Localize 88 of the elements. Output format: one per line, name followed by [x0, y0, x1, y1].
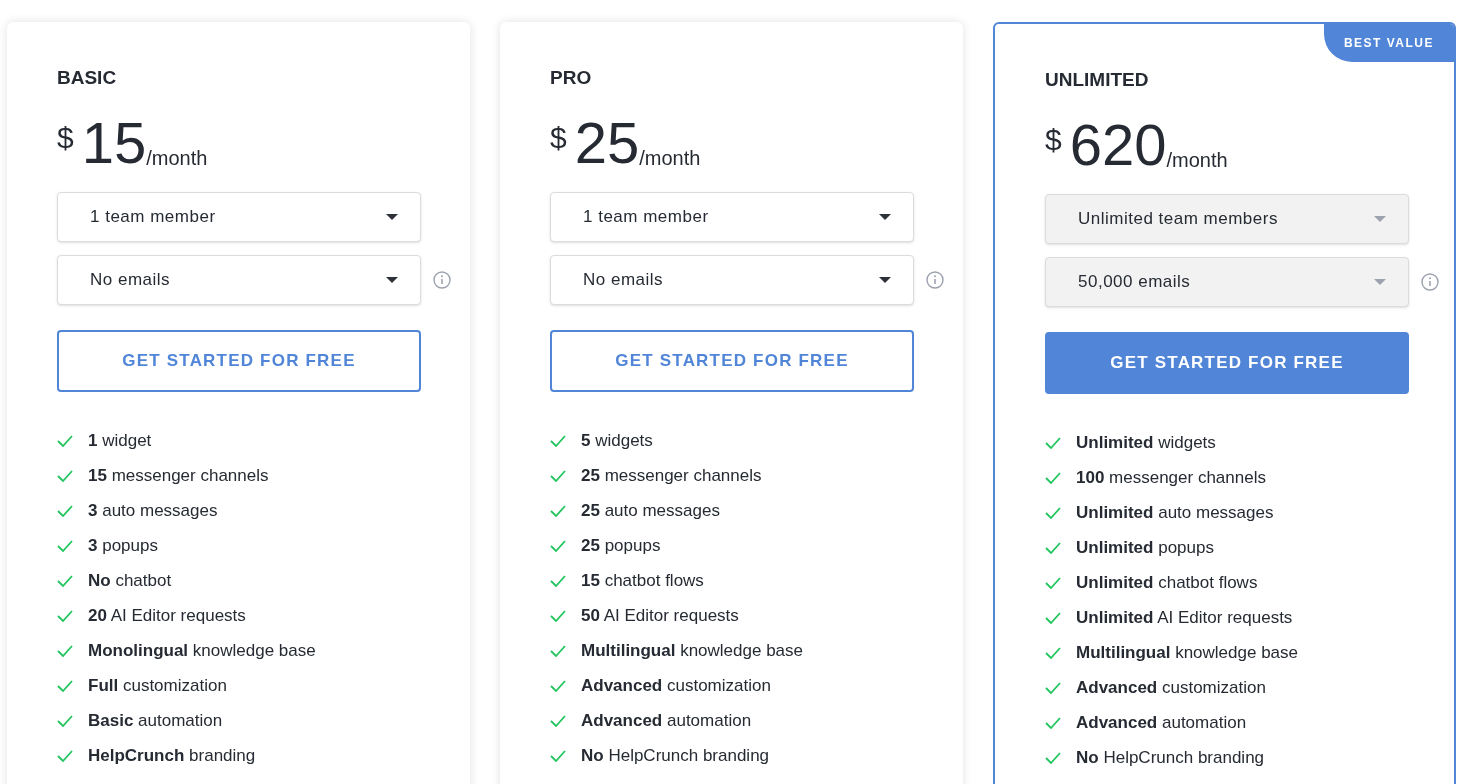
feature-text: Basic automation [88, 709, 223, 732]
dropdown-select[interactable]: 1 team member [550, 191, 914, 242]
check-icon [1045, 506, 1061, 519]
check-icon [550, 469, 566, 482]
currency-symbol: $ [1045, 121, 1062, 158]
check-icon [550, 574, 566, 587]
feature-text: Advanced automation [1076, 711, 1247, 734]
caret-icon [1374, 215, 1386, 222]
check-icon [550, 644, 566, 657]
feature-text: No chatbot [88, 569, 172, 592]
price: 25 [574, 112, 640, 173]
feature-text: Unlimited chatbot flows [1076, 571, 1258, 594]
check-icon [550, 609, 566, 622]
best-value-badge: BEST VALUE [1323, 24, 1454, 62]
feature-text: Unlimited auto messages [1076, 501, 1274, 524]
feature-text: 25 popups [581, 534, 661, 557]
check-icon [1045, 751, 1061, 764]
feature-text: 50 AI Editor requests [581, 604, 739, 627]
caret-icon [386, 276, 398, 283]
info-icon[interactable] [926, 270, 944, 289]
check-icon [57, 714, 73, 727]
feature-text: 3 popups [88, 534, 158, 557]
get-started-button[interactable]: GET STARTED FOR FREE [57, 329, 421, 392]
check-icon [57, 504, 73, 517]
check-icon [57, 539, 73, 552]
feature-text: No HelpCrunch branding [1076, 746, 1265, 769]
feature-text: 1 widget [88, 429, 152, 452]
check-icon [550, 749, 566, 762]
feature-text: Unlimited widgets [1076, 431, 1216, 454]
check-icon [550, 679, 566, 692]
check-icon [550, 504, 566, 517]
check-icon [1045, 436, 1061, 449]
caret-icon [1374, 278, 1386, 285]
feature-text: 25 auto messages [581, 499, 720, 522]
check-icon [550, 714, 566, 727]
caret-icon [386, 213, 398, 220]
get-started-button[interactable]: GET STARTED FOR FREE [550, 329, 914, 392]
check-icon [1045, 611, 1061, 624]
feature-text: Multilingual knowledge base [1076, 641, 1299, 664]
price: 620 [1069, 114, 1167, 175]
check-icon [57, 749, 73, 762]
feature-text: No HelpCrunch branding [581, 744, 770, 767]
check-icon [57, 609, 73, 622]
dropdown-select[interactable]: No emails [57, 254, 421, 305]
plan-name: PRO [550, 66, 592, 90]
check-icon [57, 469, 73, 482]
check-icon [1045, 576, 1061, 589]
check-icon [57, 574, 73, 587]
caret-icon [879, 213, 891, 220]
feature-text: 15 chatbot flows [581, 569, 704, 592]
caret-icon [879, 276, 891, 283]
info-icon[interactable] [433, 270, 451, 289]
check-icon [57, 679, 73, 692]
dropdown-select[interactable]: No emails [550, 254, 914, 305]
feature-text: Advanced customization [1076, 676, 1266, 699]
check-icon [1045, 681, 1061, 694]
billing-period: /month [639, 146, 701, 171]
billing-period: /month [146, 146, 208, 171]
feature-text: Monolingual knowledge base [88, 639, 316, 662]
feature-text: Full customization [88, 674, 227, 697]
check-icon [1045, 716, 1061, 729]
get-started-button[interactable]: GET STARTED FOR FREE [1045, 331, 1409, 394]
price: 15 [81, 112, 147, 173]
check-icon [57, 644, 73, 657]
feature-text: HelpCrunch branding [88, 744, 256, 767]
billing-period: /month [1166, 148, 1228, 173]
feature-text: 15 messenger channels [88, 464, 269, 487]
feature-text: 25 messenger channels [581, 464, 762, 487]
plan-name: BASIC [57, 66, 117, 90]
check-icon [1045, 471, 1061, 484]
feature-text: 20 AI Editor requests [88, 604, 246, 627]
dropdown-select[interactable]: 1 team member [57, 191, 421, 242]
check-icon [1045, 541, 1061, 554]
feature-text: 100 messenger channels [1076, 466, 1266, 489]
feature-text: Unlimited popups [1076, 536, 1214, 559]
feature-text: Multilingual knowledge base [581, 639, 804, 662]
feature-text: Advanced automation [581, 709, 752, 732]
check-icon [550, 539, 566, 552]
feature-text: 5 widgets [581, 429, 653, 452]
feature-text: Advanced customization [581, 674, 771, 697]
feature-text: Unlimited AI Editor requests [1076, 606, 1293, 629]
check-icon [57, 434, 73, 447]
currency-symbol: $ [57, 119, 74, 156]
check-icon [1045, 646, 1061, 659]
check-icon [550, 434, 566, 447]
plan-name: UNLIMITED [1045, 68, 1149, 92]
currency-symbol: $ [550, 119, 567, 156]
feature-text: 3 auto messages [88, 499, 218, 522]
